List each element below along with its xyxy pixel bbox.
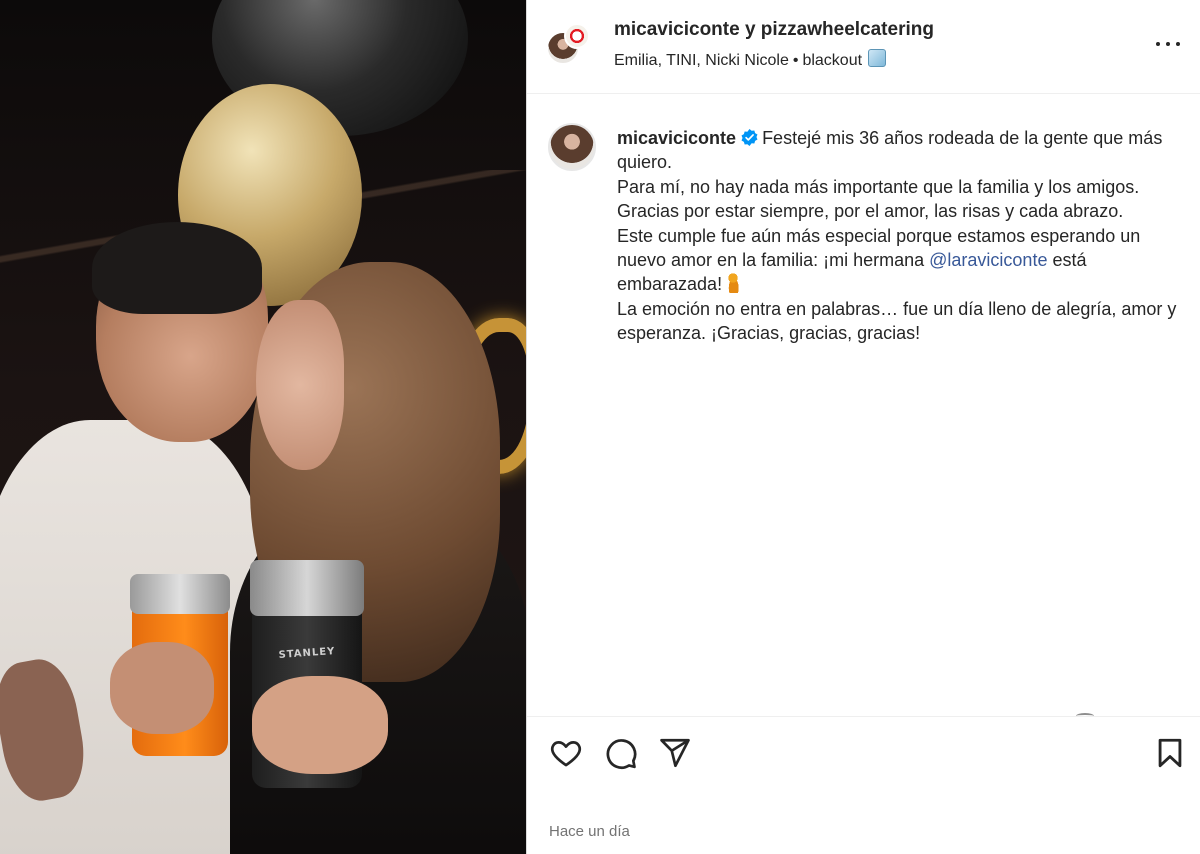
audio-artists[interactable]: Emilia, TINI, Nicki Nicole — [614, 52, 789, 69]
caption-username[interactable]: micaviciconte — [617, 128, 736, 148]
audio-track-name[interactable]: blackout — [802, 52, 862, 69]
post-header — [527, 0, 1200, 94]
caption-author-avatar[interactable] — [548, 123, 596, 171]
heart-icon[interactable] — [549, 736, 583, 770]
post-caption: micaviciconte Festejé mis 36 años rodeada… — [617, 126, 1185, 346]
scroll-indicator — [1076, 713, 1094, 719]
more-options-icon[interactable] — [1152, 32, 1184, 56]
woman-hand — [252, 676, 388, 774]
actions-divider — [527, 716, 1200, 717]
audio-separator: • — [792, 52, 799, 69]
instagram-post: STANLEY micaviciconte y pizzawheelcateri… — [0, 0, 1200, 854]
post-photo[interactable]: STANLEY — [0, 0, 526, 854]
man-hand — [110, 642, 214, 734]
post-authors[interactable]: micaviciconte y pizzawheelcatering — [614, 19, 934, 41]
man-hair — [92, 222, 262, 314]
comment-bubble-icon[interactable] — [604, 736, 638, 770]
pregnant-woman-icon — [726, 273, 741, 294]
paper-plane-icon[interactable] — [658, 736, 692, 770]
caption-line-2: Para mí, no hay nada más importante que … — [617, 176, 1140, 197]
caption-line-5: La emoción no entra en palabras… fue un … — [617, 298, 1177, 344]
collaborator-avatar[interactable] — [564, 23, 590, 49]
orange-tumbler-rim — [130, 574, 230, 614]
mention-link[interactable]: @laraviciconte — [929, 250, 1047, 270]
woman-face — [256, 300, 344, 470]
verified-badge-icon — [741, 129, 758, 146]
black-tumbler-rim — [250, 560, 364, 616]
bookmark-icon[interactable] — [1153, 736, 1187, 770]
audio-track[interactable]: Emilia, TINI, Nicki Nicole • blackout — [614, 49, 887, 70]
ice-cube-icon — [868, 49, 887, 67]
post-timestamp[interactable]: Hace un día — [549, 823, 630, 840]
caption-line-3: Gracias por estar siempre, por el amor, … — [617, 201, 1124, 222]
